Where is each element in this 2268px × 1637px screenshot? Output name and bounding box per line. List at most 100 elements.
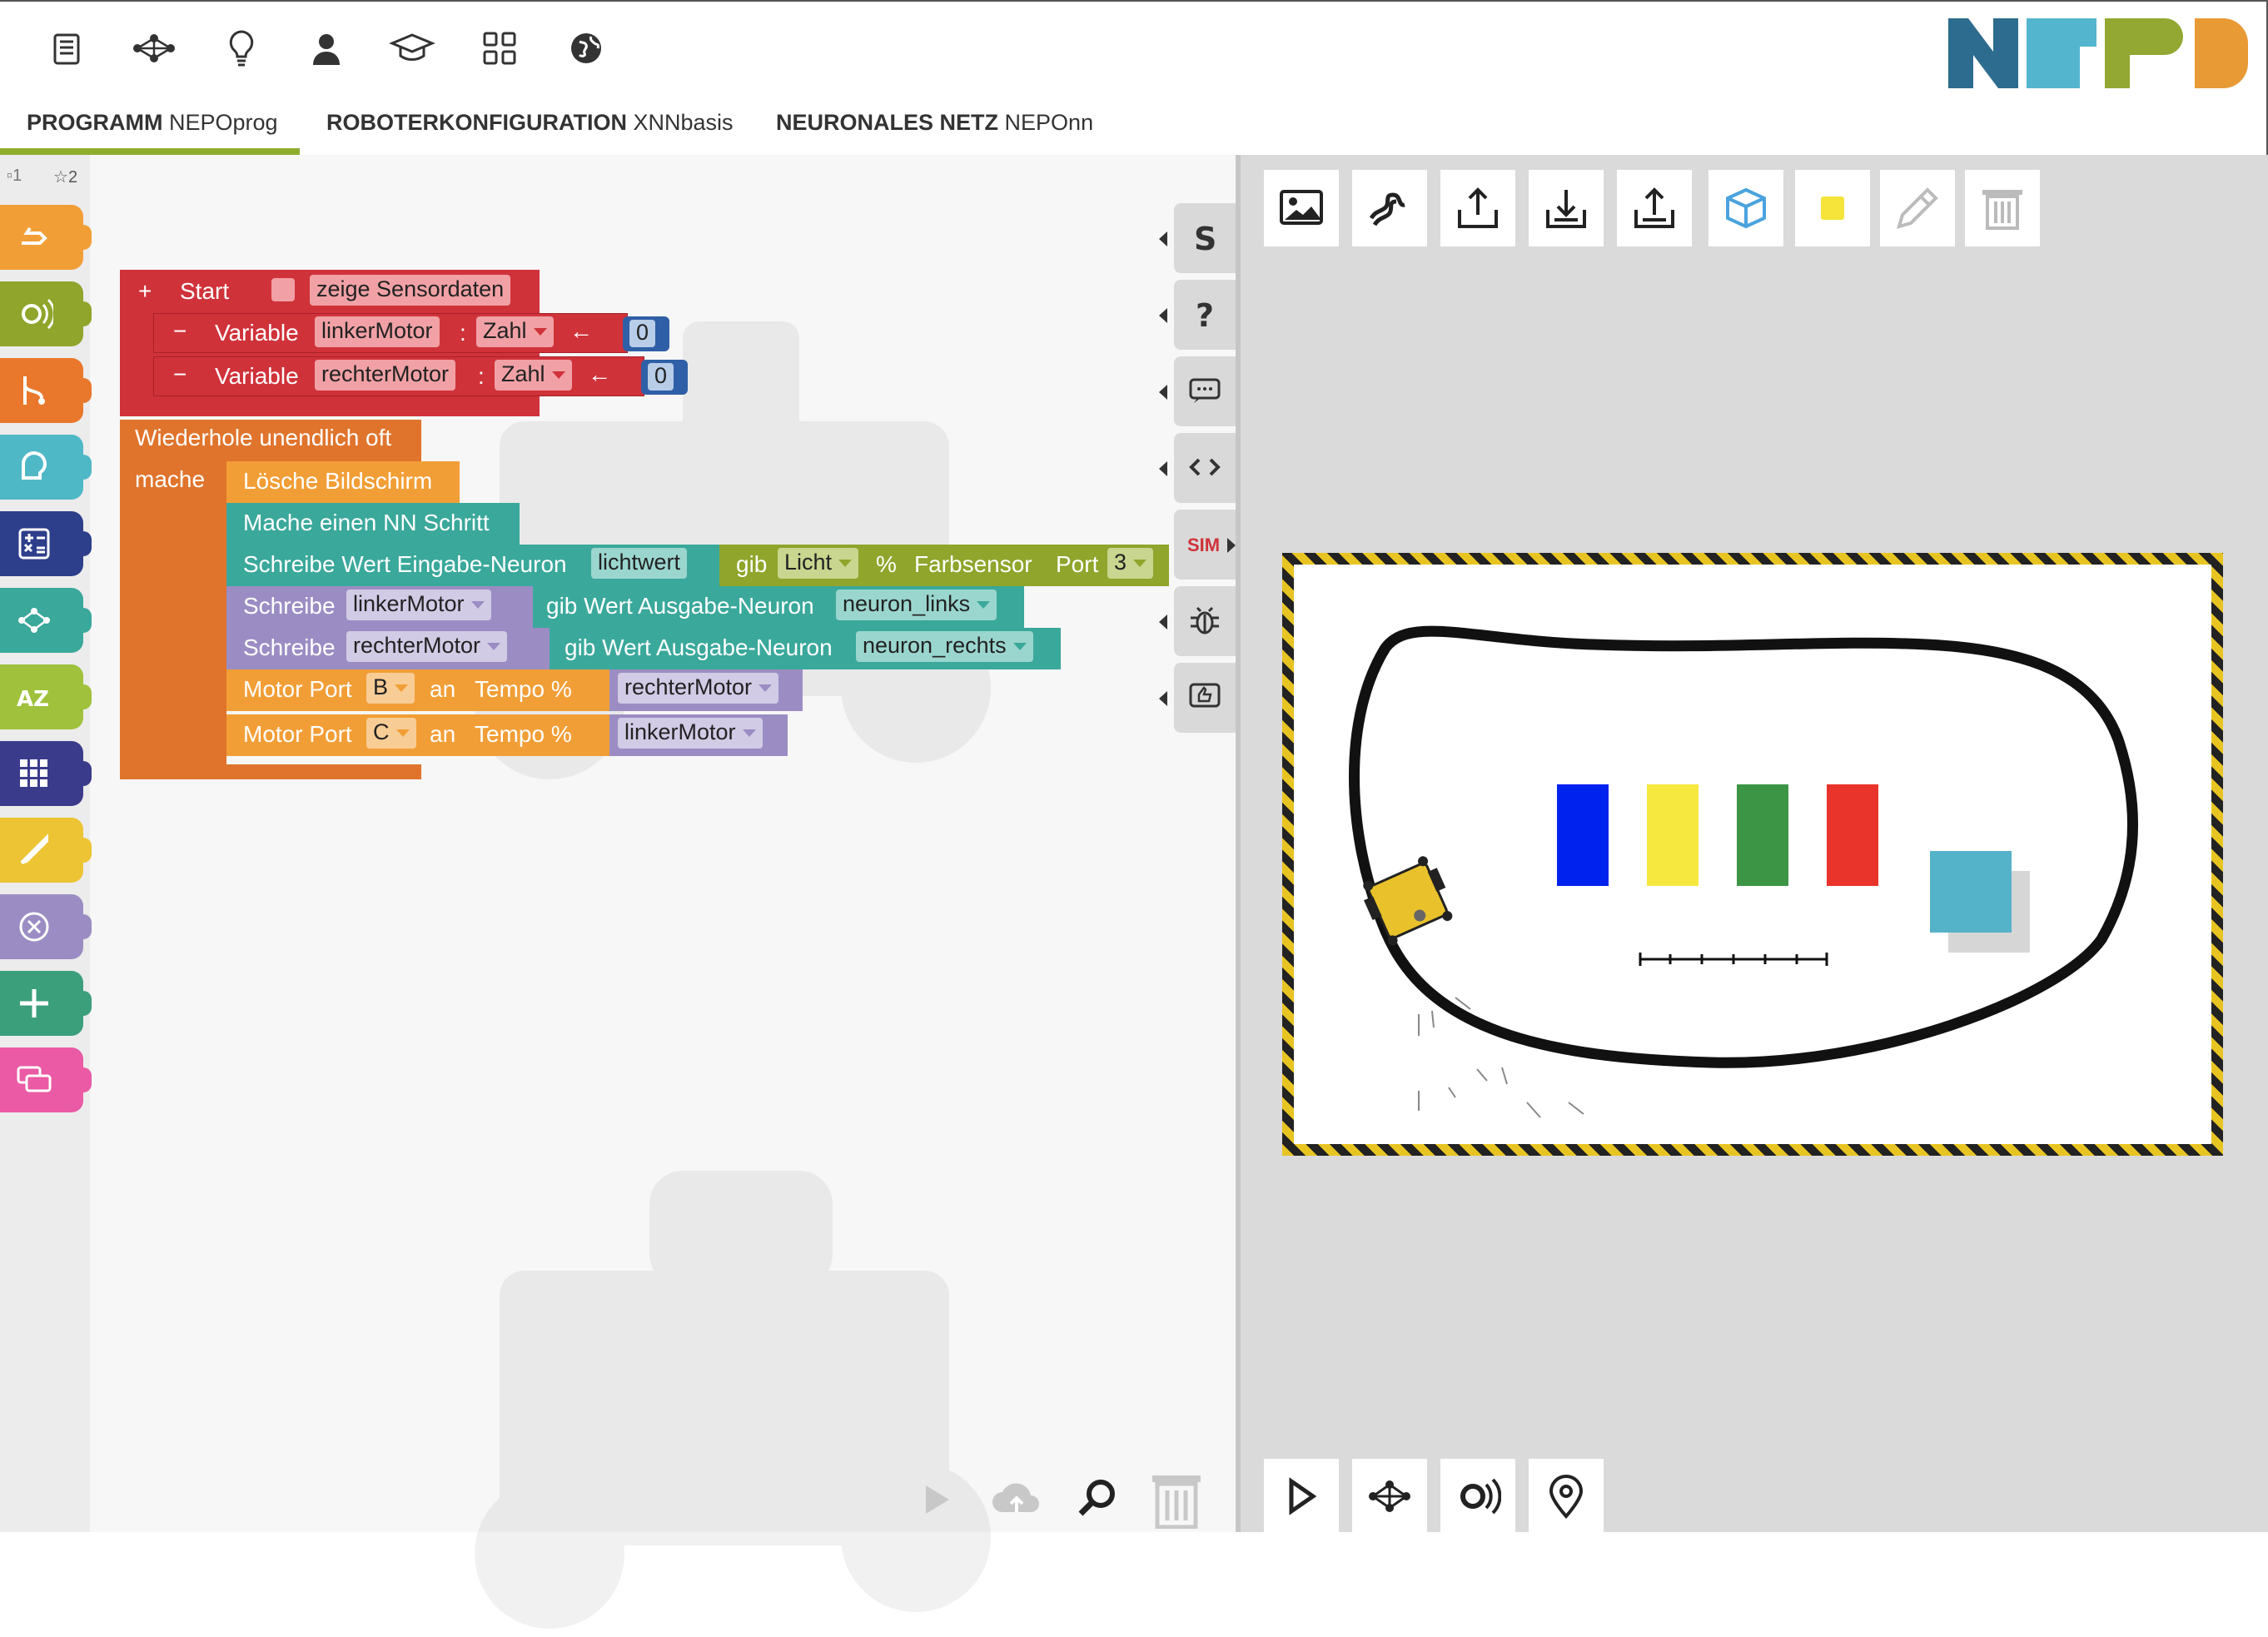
location-icon [1549, 1475, 1584, 1519]
globe-icon[interactable] [561, 23, 611, 73]
category-functions[interactable] [0, 971, 92, 1036]
motor-b-port-dropdown[interactable]: B [366, 673, 415, 704]
start-block-foot [120, 405, 540, 416]
category-text[interactable]: AZ [0, 664, 92, 729]
pipette-icon [1897, 187, 1938, 229]
debug-button[interactable] [1159, 586, 1236, 656]
run-icon[interactable] [916, 1479, 957, 1520]
write-right-label: Schreibe [243, 634, 336, 660]
nn-step-label: Mache einen NN Schritt [243, 510, 490, 535]
graduation-cap-icon[interactable] [387, 23, 437, 73]
show-sensor-label: zeige Sensordaten [310, 275, 511, 306]
obstacle-box[interactable] [1930, 851, 2012, 933]
simulation-scene [1349, 625, 2138, 1118]
level-2-toggle[interactable]: ☆2 [53, 167, 77, 187]
category-variables[interactable] [0, 894, 92, 959]
sim-export-button[interactable] [1617, 170, 1692, 246]
text-icon: AZ [17, 687, 49, 712]
feedback-button[interactable] [1159, 663, 1236, 733]
sim-play-button[interactable] [1264, 1459, 1339, 1534]
sim-location-button[interactable] [1529, 1459, 1604, 1534]
workspace-trash-icon[interactable] [1149, 1469, 1204, 1529]
sim-colour-button[interactable] [1795, 170, 1870, 246]
functions-icon [20, 989, 48, 1018]
sim-trail-button[interactable] [1352, 170, 1427, 246]
lightbulb-icon[interactable] [216, 23, 266, 73]
input-neuron-field[interactable]: lichtwert [591, 548, 688, 579]
lists-icon [20, 759, 47, 787]
edit-icon[interactable] [42, 23, 92, 73]
gallery-grid-icon[interactable] [475, 23, 525, 73]
var-name-2[interactable]: rechterMotor [315, 360, 456, 391]
category-lists[interactable] [0, 741, 92, 806]
right-motor-var-dropdown[interactable]: rechterMotor [346, 631, 508, 662]
motor-c-speed-label: Tempo % [475, 721, 572, 747]
cloud-upload-icon[interactable] [987, 1475, 1046, 1522]
messages-icon [17, 1066, 52, 1092]
category-logic[interactable] [0, 435, 92, 500]
motor-c-var-dropdown[interactable]: linkerMotor [618, 718, 763, 749]
control-icon [23, 376, 45, 405]
robot-config-button[interactable]: S [1159, 203, 1236, 273]
sim-import-button[interactable] [1529, 170, 1604, 246]
start-plus-icon[interactable]: + [138, 280, 152, 303]
help-button[interactable]: ? [1159, 280, 1236, 350]
upload-icon [1458, 187, 1498, 228]
sim-network-button[interactable] [1352, 1459, 1427, 1534]
var-minus-2[interactable]: − [173, 363, 187, 386]
var-assign-arrow-1: ← [569, 318, 593, 344]
var-keyword-1: Variable [215, 320, 299, 346]
sim-pipette-button[interactable] [1880, 170, 1955, 246]
active-tab-indicator [0, 148, 300, 155]
category-sensors[interactable] [0, 281, 92, 346]
motor-c-port-dropdown[interactable]: C [366, 718, 416, 749]
var-value-2[interactable]: 0 [648, 363, 674, 391]
colour-square-icon [1821, 197, 1844, 220]
sim-button[interactable]: SIM [1174, 510, 1236, 580]
red-colour-bar [1827, 784, 1878, 886]
category-control[interactable] [0, 358, 92, 423]
sim-upload-button[interactable] [1440, 170, 1515, 246]
sim-3d-button[interactable] [1708, 170, 1783, 246]
var-colon-2: : [478, 363, 485, 389]
var-name-1[interactable]: linkerMotor [315, 316, 440, 347]
repeat-forever-foot [120, 764, 421, 779]
sensor-port-dropdown[interactable]: 3 [1107, 548, 1154, 579]
network-icon[interactable] [129, 23, 179, 73]
var-minus-1[interactable]: − [173, 320, 187, 343]
var-type-2[interactable]: Zahl [495, 360, 572, 391]
category-math[interactable] [0, 511, 92, 576]
var-type-1[interactable]: Zahl [476, 316, 554, 347]
var-value-1[interactable]: 0 [629, 320, 656, 347]
top-navigation-bar: PROGRAMM NEPOprog ROBOTERKONFIGURATION X… [0, 0, 2268, 155]
sensor-mode-dropdown[interactable]: Licht [778, 548, 859, 579]
show-sensor-checkbox[interactable] [271, 278, 295, 301]
motor-b-var-dropdown[interactable]: rechterMotor [618, 673, 779, 704]
left-motor-var-dropdown[interactable]: linkerMotor [346, 590, 491, 620]
background-image-icon [1280, 190, 1323, 225]
robot-config-icon: S [1194, 221, 1216, 255]
logic-icon [21, 451, 47, 480]
zoom-icon[interactable] [1072, 1474, 1122, 1524]
user-icon[interactable] [301, 23, 351, 73]
code-button[interactable] [1159, 433, 1236, 503]
tab-robot-config[interactable]: ROBOTERKONFIGURATION XNNbasis [326, 110, 734, 153]
category-action[interactable] [0, 205, 92, 270]
category-messages[interactable] [0, 1047, 92, 1112]
output-neuron-left-dropdown[interactable]: neuron_links [836, 590, 997, 620]
sensor-icon [22, 298, 53, 330]
tab-neural-network[interactable]: NEURONALES NETZ NEPOnn [776, 110, 1093, 153]
level-1-toggle[interactable]: ▫1 [7, 167, 22, 186]
category-colour[interactable] [0, 818, 92, 883]
robot-watermark-bottom [475, 1171, 991, 1629]
category-neural-network[interactable] [0, 588, 92, 653]
sim-background-button[interactable] [1264, 170, 1339, 246]
tab-robot-config-label: ROBOTERKONFIGURATION [326, 110, 627, 135]
sim-sensor-button[interactable] [1440, 1459, 1515, 1534]
sim-trash-button[interactable] [1965, 170, 2040, 246]
info-button[interactable] [1159, 356, 1236, 426]
robot[interactable] [1357, 853, 1459, 949]
motor-b-label: Motor Port [243, 676, 352, 702]
output-neuron-right-dropdown[interactable]: neuron_rechts [856, 631, 1033, 662]
tab-program[interactable]: PROGRAMM NEPOprog [27, 110, 278, 153]
